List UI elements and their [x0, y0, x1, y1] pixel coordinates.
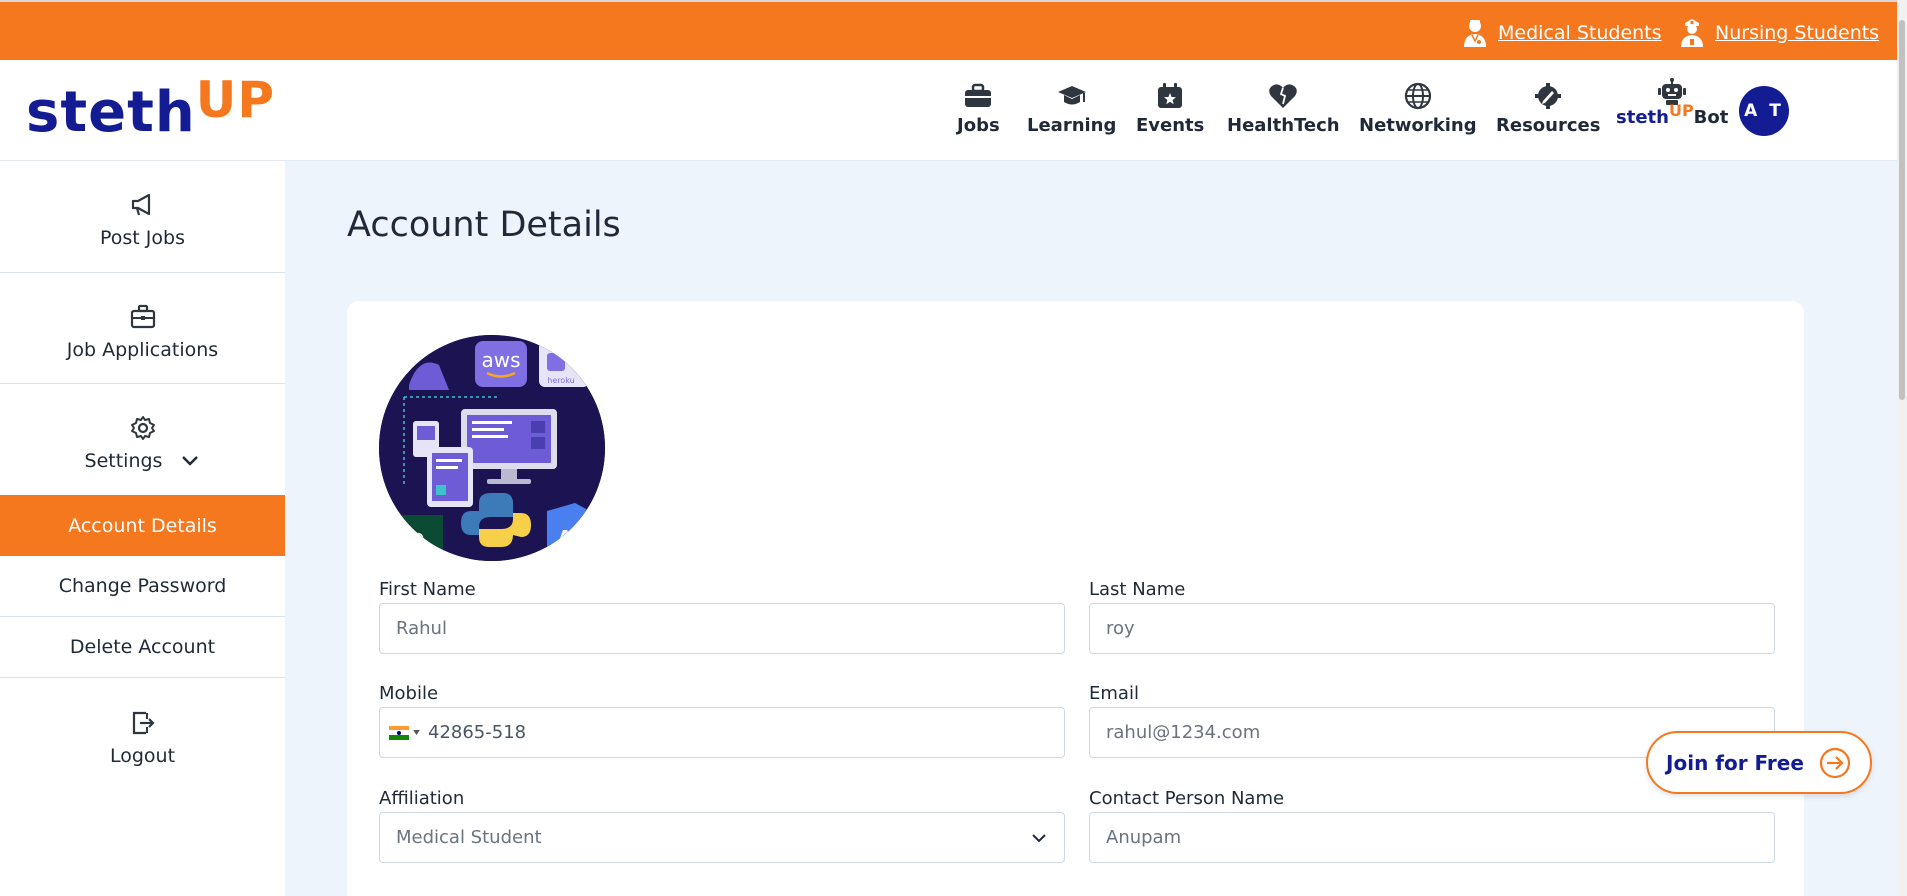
nav-resources-label: Resources: [1496, 115, 1601, 136]
nav-events-label: Events: [1136, 115, 1205, 136]
gear-pencil-icon: [1535, 83, 1562, 109]
nav-networking-label: Networking: [1359, 115, 1477, 136]
email-field: Email rahul@1234.com: [1089, 683, 1775, 758]
logout-icon: [132, 711, 155, 735]
join-for-free-button[interactable]: Join for Free: [1646, 731, 1872, 794]
scrollbar-thumb[interactable]: [1899, 20, 1905, 400]
megaphone-icon: [131, 193, 150, 216]
first-name-field: First Name Rahul: [379, 579, 1065, 654]
briefcase-outline-icon: [130, 304, 155, 329]
mobile-label: Mobile: [379, 683, 439, 704]
doctor-icon: [1464, 20, 1486, 47]
globe-icon: [1404, 82, 1431, 110]
account-details-card: aws heroku go API First Name Rahul Last …: [347, 301, 1804, 896]
last-name-label: Last Name: [1089, 579, 1186, 600]
logo-part-steth: steth: [26, 80, 196, 145]
mobile-input[interactable]: 42865-518: [379, 707, 1065, 758]
calendar-star-icon: [1158, 83, 1183, 108]
heart-tech-icon: [1269, 84, 1298, 108]
affiliation-field: Affiliation Medical Student: [379, 788, 1065, 863]
chevron-down-icon: [1032, 834, 1046, 843]
nav-stethupbot-label: stethUPBot: [1616, 101, 1729, 128]
django-text: go: [394, 526, 425, 551]
nav-resources[interactable]: Resources: [1496, 82, 1600, 136]
api-text: API: [558, 527, 592, 548]
affiliation-label: Affiliation: [379, 788, 465, 809]
first-name-input[interactable]: Rahul: [379, 603, 1065, 654]
nav-healthtech[interactable]: HealthTech: [1227, 82, 1340, 136]
heroku-text: heroku: [547, 376, 574, 385]
logo-part-up: UP: [195, 71, 275, 129]
bot-label-up: UP: [1668, 101, 1694, 120]
sidebar-item-logout-label: Logout: [109, 745, 176, 767]
arrow-right-circle-icon: [1819, 747, 1851, 778]
sidebar-item-account-details[interactable]: Account Details: [0, 495, 285, 556]
briefcase-icon: [965, 83, 992, 107]
aws-text: aws: [481, 348, 520, 372]
top-bar: Medical Students Nursing Students: [0, 0, 1897, 60]
contact-person-input[interactable]: Anupam: [1089, 812, 1775, 863]
mobile-field: Mobile 42865-518: [379, 683, 1065, 758]
last-name-input[interactable]: roy: [1089, 603, 1775, 654]
page-scrollbar[interactable]: [1897, 0, 1907, 896]
user-avatar[interactable]: A T: [1739, 86, 1789, 136]
nav-jobs-label: Jobs: [957, 115, 1000, 136]
sidebar: Post Jobs Job Applications Settings Acco…: [0, 161, 285, 896]
sidebar-item-change-password[interactable]: Change Password: [0, 556, 285, 617]
nav-healthtech-label: HealthTech: [1227, 115, 1340, 136]
sidebar-item-logout[interactable]: Logout: [0, 679, 285, 791]
contact-person-field: Contact Person Name Anupam: [1089, 788, 1775, 863]
graduation-cap-icon: [1057, 86, 1086, 105]
nurse-icon: [1681, 19, 1703, 47]
header: stethUP Jobs Learning Events HealthTech …: [0, 60, 1897, 161]
sidebar-item-post-jobs-label: Post Jobs: [100, 227, 185, 249]
nav-jobs[interactable]: Jobs: [957, 82, 1000, 136]
nav-stethupbot[interactable]: stethUPBot: [1616, 78, 1728, 128]
sidebar-item-post-jobs[interactable]: Post Jobs: [0, 161, 285, 273]
profile-photo-illustration: aws heroku go API: [379, 335, 605, 561]
stethup-logo[interactable]: stethUP: [26, 71, 275, 145]
india-flag-icon: [388, 725, 409, 740]
email-label: Email: [1089, 683, 1139, 704]
caret-down-icon: [412, 730, 420, 735]
contact-person-label: Contact Person Name: [1089, 788, 1285, 809]
nav-learning[interactable]: Learning: [1027, 82, 1116, 136]
sidebar-item-job-applications-label: Job Applications: [66, 339, 219, 361]
medical-students-link[interactable]: Medical Students: [1462, 18, 1662, 48]
bot-label-steth: steth: [1616, 107, 1669, 128]
country-code-selector[interactable]: [380, 708, 428, 757]
sidebar-item-job-applications[interactable]: Job Applications: [0, 273, 285, 384]
gear-icon: [130, 416, 155, 440]
nav-learning-label: Learning: [1027, 115, 1117, 136]
medical-students-label: Medical Students: [1498, 22, 1662, 44]
mobile-value: 42865-518: [428, 722, 527, 743]
first-name-label: First Name: [379, 579, 476, 600]
bot-label-bot: Bot: [1693, 107, 1729, 128]
nav-networking[interactable]: Networking: [1359, 82, 1477, 136]
sidebar-item-delete-account[interactable]: Delete Account: [0, 617, 285, 678]
affiliation-value: Medical Student: [396, 827, 542, 848]
profile-photo[interactable]: aws heroku go API: [379, 335, 605, 561]
sidebar-item-settings-label: Settings: [84, 450, 163, 472]
join-for-free-label: Join for Free: [1666, 750, 1804, 775]
nav-events[interactable]: Events: [1136, 82, 1204, 136]
last-name-field: Last Name roy: [1089, 579, 1775, 654]
nursing-students-link[interactable]: Nursing Students: [1679, 18, 1879, 48]
chevron-down-icon[interactable]: [180, 451, 200, 471]
sidebar-item-settings-row: Settings: [85, 450, 201, 472]
affiliation-select[interactable]: Medical Student: [379, 812, 1065, 863]
page: Medical Students Nursing Students stethU…: [0, 0, 1907, 896]
page-title: Account Details: [347, 205, 621, 245]
main-content: Account Details aws heroku go API First …: [285, 161, 1897, 896]
nursing-students-label: Nursing Students: [1715, 22, 1880, 44]
sidebar-item-settings[interactable]: Settings: [0, 384, 285, 495]
